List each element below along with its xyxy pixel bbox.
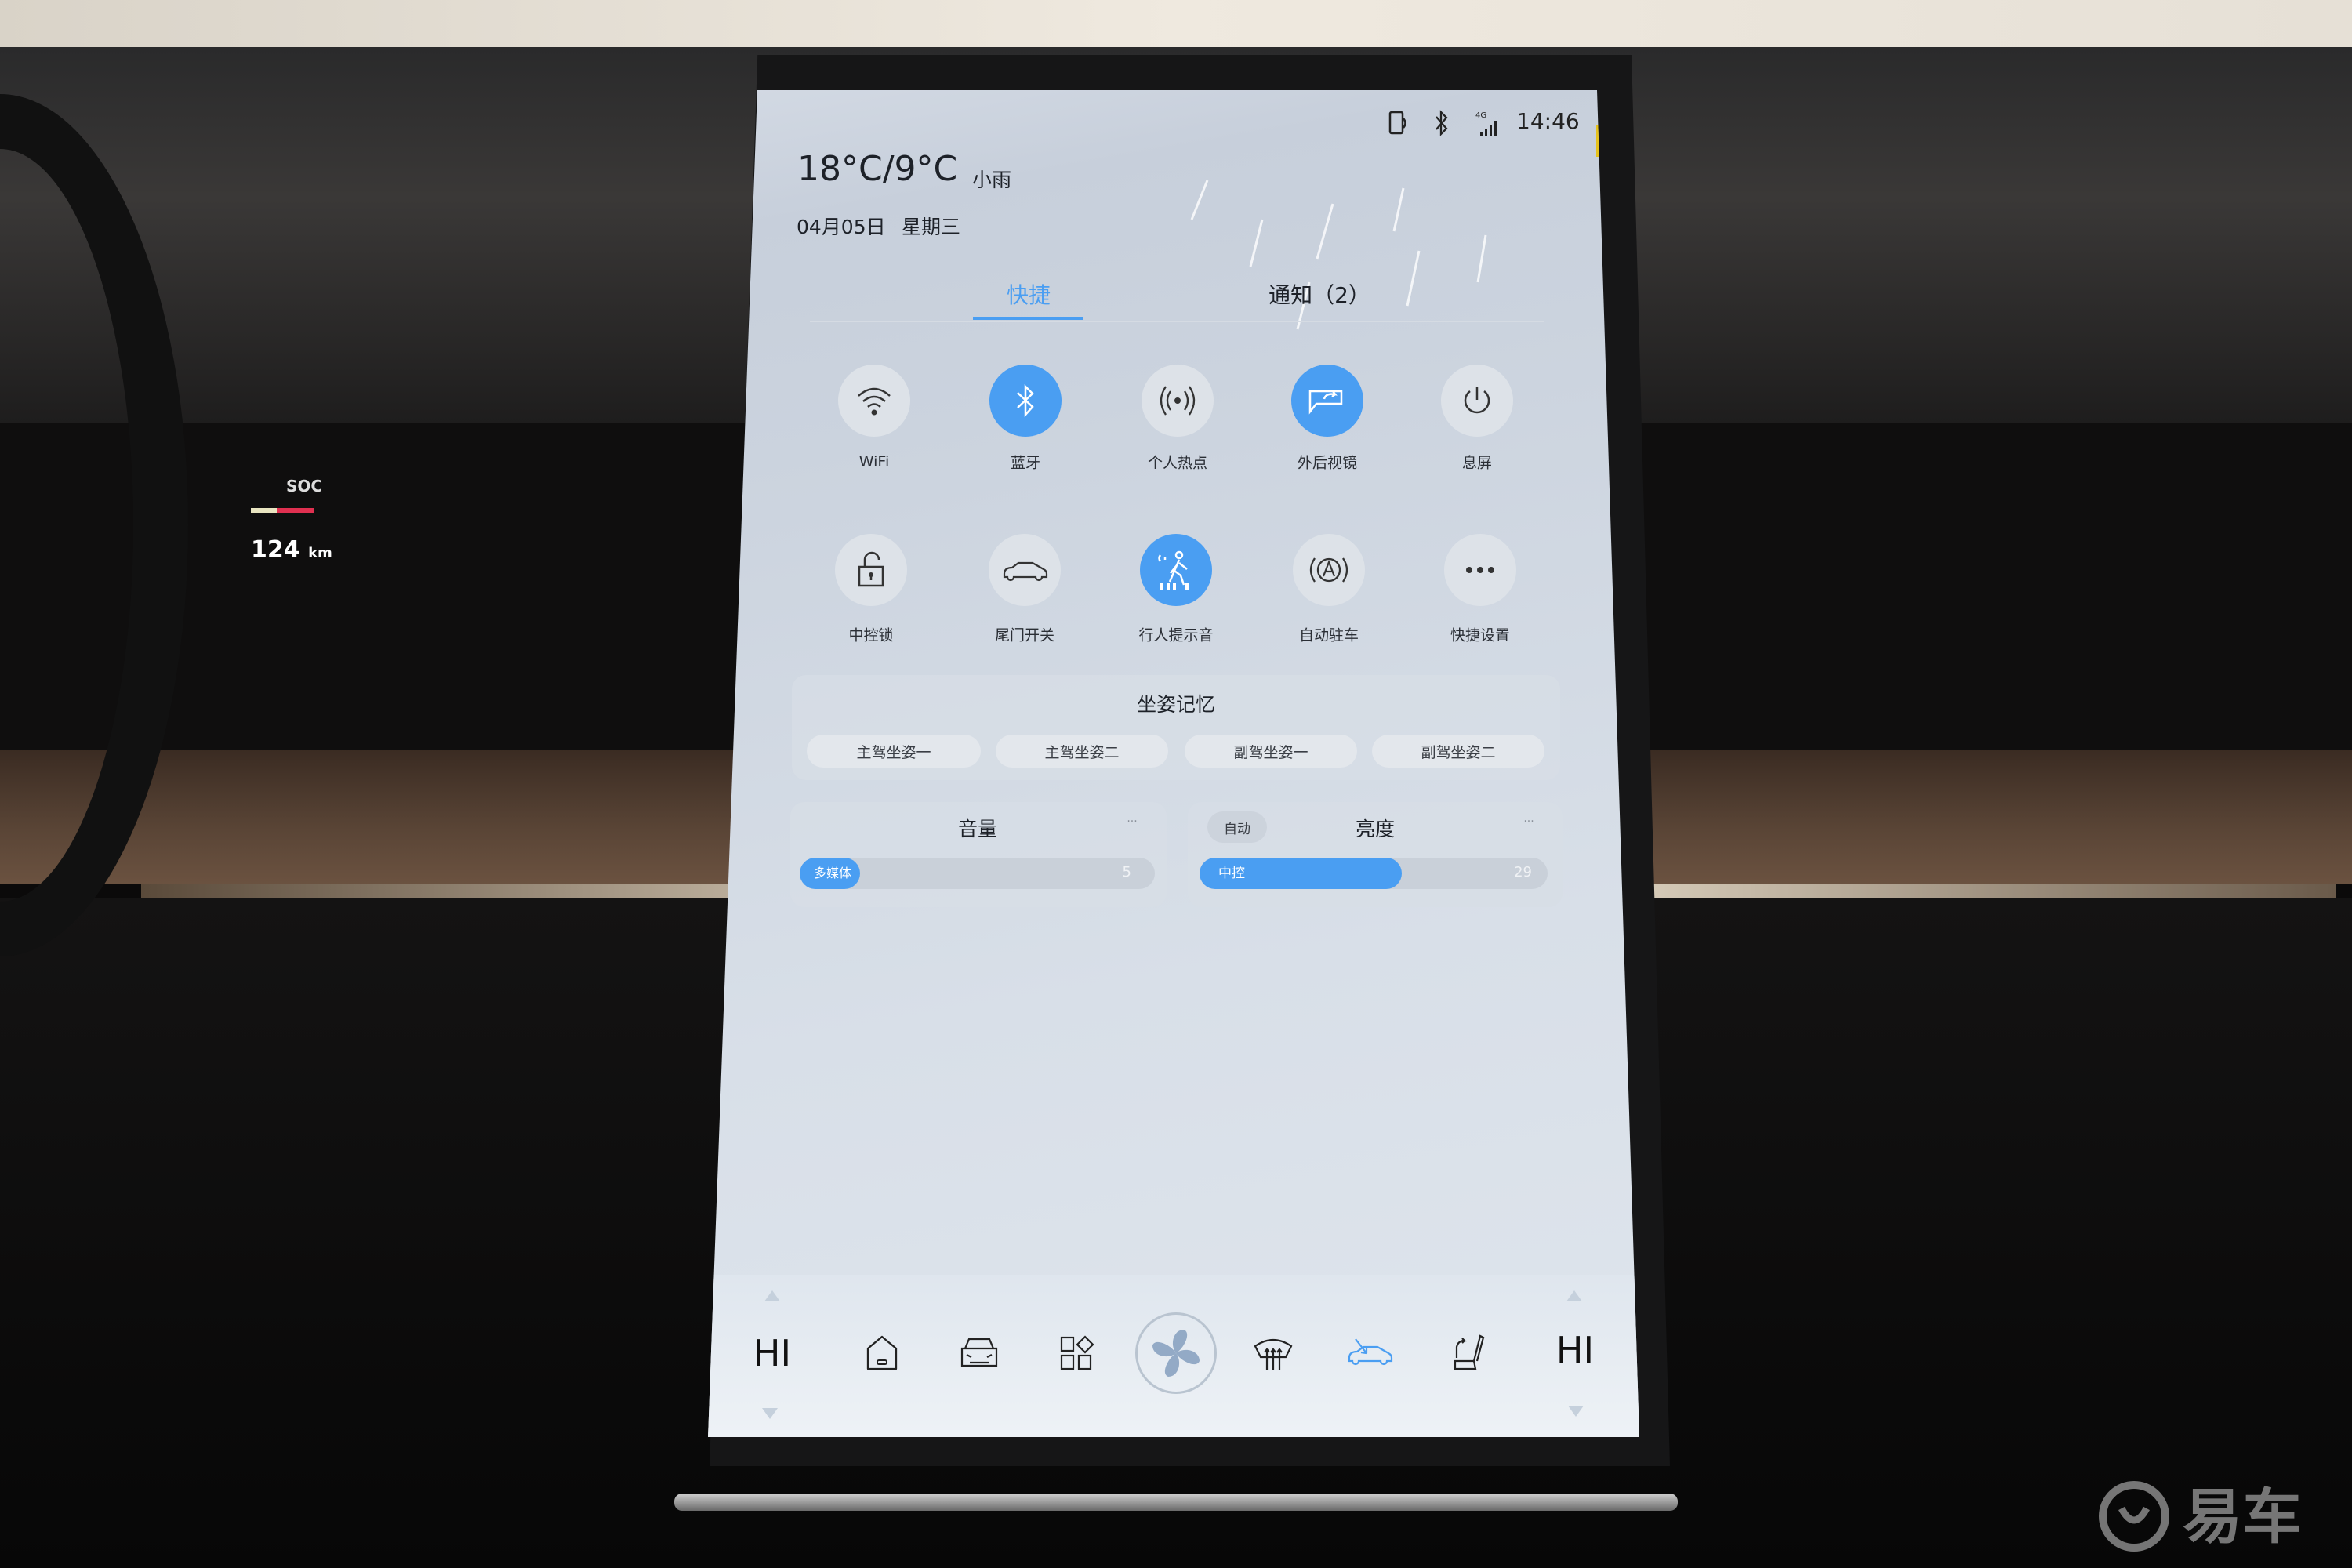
tab-shortcuts[interactable]: 快捷 [1007, 278, 1051, 310]
volume-slider[interactable]: 多媒体 5 [800, 858, 1155, 889]
unlock-icon [858, 551, 884, 587]
fan-button[interactable] [1135, 1312, 1217, 1394]
toggle-tailgate[interactable] [989, 534, 1061, 606]
bluetooth-icon [1017, 383, 1034, 418]
brightness-auto-button[interactable]: 自动 [1207, 811, 1267, 843]
left-temperature[interactable]: HI [753, 1332, 791, 1374]
toggle-label: 蓝牙 [1010, 454, 1041, 472]
toggle-hotspot[interactable] [1142, 365, 1214, 437]
seat-memory-driver-1[interactable]: 主驾坐姿一 [807, 735, 981, 768]
seat-memory-driver-2[interactable]: 主驾坐姿二 [996, 735, 1168, 768]
apps-icon[interactable] [1059, 1335, 1095, 1371]
toggle-label: WiFi [858, 453, 890, 470]
pedestrian-alert-icon [1158, 550, 1189, 590]
volume-slider-fill: 多媒体 [800, 858, 860, 889]
brightness-slider-fill: 中控 [1200, 858, 1402, 889]
tab-notifications[interactable]: 通知（2） [1269, 278, 1370, 310]
brightness-more-button[interactable]: ··· [1523, 815, 1534, 828]
soc-bar-filled [251, 508, 278, 513]
right-temp-down-icon[interactable] [1566, 1404, 1585, 1418]
volume-more-button[interactable]: ··· [1127, 815, 1137, 828]
weather-condition: 小雨 [972, 169, 1012, 191]
toggle-pedestrian-alert[interactable] [1140, 534, 1212, 606]
weekday: 星期三 [902, 216, 961, 238]
brightness-title: 亮度 [1355, 818, 1396, 840]
right-temperature[interactable]: HI [1556, 1329, 1594, 1371]
chrome-trim [674, 1494, 1678, 1511]
soc-bar-low [277, 508, 314, 513]
bluetooth-icon [1436, 110, 1448, 136]
toggle-mirror-fold[interactable] [1291, 365, 1363, 437]
right-temp-up-icon[interactable] [1565, 1289, 1584, 1303]
range-value: 124 km [251, 536, 332, 564]
more-icon [1466, 567, 1494, 573]
toggle-central-lock[interactable] [835, 534, 907, 606]
toggle-label: 行人提示音 [1138, 626, 1214, 644]
seat-icon[interactable] [1450, 1333, 1486, 1374]
toggle-label: 外后视镜 [1297, 454, 1358, 472]
toggle-bluetooth[interactable] [989, 365, 1062, 437]
rain-animation [1190, 180, 1487, 330]
toggle-quick-settings[interactable] [1444, 534, 1516, 606]
mirror-fold-icon [1308, 390, 1343, 415]
volume-value: 5 [1122, 864, 1131, 880]
toggle-label: 快捷设置 [1450, 626, 1511, 644]
seat-memory-title: 坐姿记忆 [1136, 693, 1216, 716]
clock: 14:46 [1516, 108, 1580, 134]
wifi-icon [858, 387, 891, 416]
phone-projection-icon [1388, 111, 1406, 135]
fan-icon [1152, 1330, 1200, 1377]
toggle-screen-off[interactable] [1441, 365, 1513, 437]
brightness-slider[interactable]: 中控 29 [1200, 858, 1548, 889]
left-temp-up-icon[interactable] [763, 1289, 782, 1303]
hotspot-icon [1160, 386, 1196, 416]
home-icon[interactable] [865, 1334, 899, 1372]
background-window [0, 0, 2352, 47]
power-icon [1464, 387, 1490, 414]
brightness-value: 29 [1514, 864, 1532, 880]
toggle-label: 息屏 [1461, 454, 1493, 472]
toggle-label: 尾门开关 [994, 626, 1055, 644]
toggle-wifi[interactable] [838, 365, 910, 437]
watermark-text: 易车 [2183, 1482, 2302, 1552]
active-tab-indicator [973, 317, 1083, 320]
car-tailgate-icon [1003, 561, 1048, 582]
watermark-logo [2099, 1481, 2169, 1552]
signal-icon [1480, 121, 1497, 136]
toggle-label: 自动驻车 [1298, 626, 1359, 644]
soc-label: SOC [286, 477, 323, 495]
temperature: 18°C/9°C [797, 149, 958, 189]
toggle-auto-hold[interactable] [1293, 534, 1365, 606]
seat-memory-passenger-2[interactable]: 副驾坐姿二 [1372, 735, 1544, 768]
tab-divider [810, 321, 1544, 322]
auto-hold-icon [1309, 557, 1348, 583]
volume-title: 音量 [957, 818, 998, 840]
car-front-icon[interactable] [959, 1336, 1000, 1370]
left-temp-down-icon[interactable] [760, 1406, 779, 1421]
toggle-label: 中控锁 [848, 626, 894, 644]
defrost-icon[interactable] [1253, 1335, 1294, 1371]
recirculation-icon[interactable] [1346, 1336, 1396, 1370]
seat-memory-passenger-1[interactable]: 副驾坐姿一 [1185, 735, 1357, 768]
toggle-label: 个人热点 [1147, 454, 1208, 472]
date: 04月05日 [797, 216, 886, 238]
